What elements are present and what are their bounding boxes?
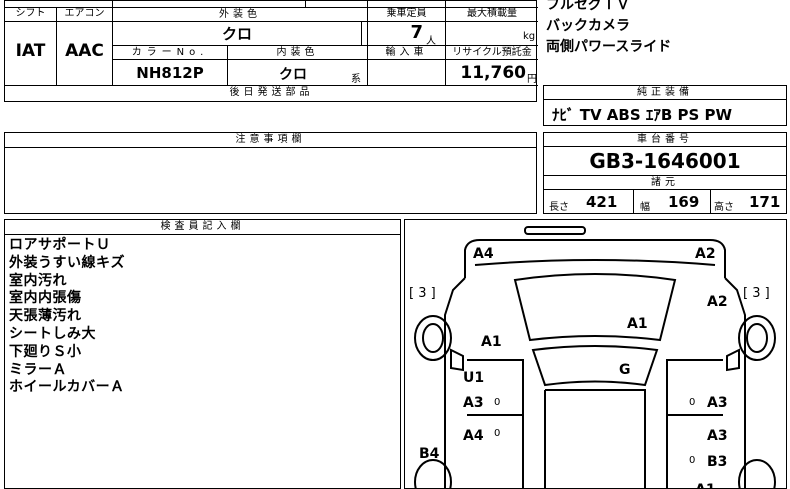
mark-a3-right-door: A3 [707, 395, 728, 411]
color-no-label: カラーNo. [131, 47, 209, 58]
color-no-value: NH812P [136, 64, 204, 82]
remark-line: 外装うすい線キズ [9, 254, 125, 271]
genuine-equipment-box: 純正装備 ﾅﾋﾞ TV ABS ｴｱB PS PW [543, 85, 787, 126]
mark-a1-bottom: A1 [695, 482, 716, 488]
mark-a1-left-fender: A1 [481, 334, 502, 350]
car-outline-diagram: A4 A2 A2 A1 A1 G U1 A3 A4 B4 A3 A3 B3 A1… [409, 226, 776, 488]
exterior-color-label: 外装色 [219, 9, 261, 20]
option-line-1: フルセグＴＶ [546, 0, 630, 13]
recycle-unit: 円 [527, 74, 537, 85]
width-value: 169 [668, 193, 700, 211]
interior-color-label: 内装色 [276, 47, 319, 58]
mark-bracket-left: [ 3 ] [409, 286, 436, 301]
caution-label: 注意事項欄 [5, 133, 536, 148]
inspector-label: 検査員記入欄 [5, 220, 400, 235]
genuine-equipment-value: ﾅﾋﾞ TV ABS ｴｱB PS PW [552, 106, 733, 124]
max-load-label: 最大積載量 [467, 8, 517, 19]
mark-a4-left-rear-door: A4 [463, 428, 484, 444]
import-label: 輸入車 [385, 47, 428, 58]
vehicle-info-table: シフト エアコン 外装色 乗車定員 最大積載量 IAT AAC クロ 7 人 k… [4, 0, 538, 102]
remark-line: ミラーＡ [9, 361, 67, 378]
dims-divider-1 [633, 190, 634, 213]
interior-color-value: クロ [279, 67, 307, 83]
remark-line: 天張薄汚れ [9, 308, 82, 325]
chassis-box: 車台番号 GB3-1646001 諸元 長さ 421 幅 169 高さ 171 [543, 132, 787, 214]
dims-row: 長さ 421 幅 169 高さ 171 [544, 190, 786, 213]
front-grille-line [474, 259, 716, 266]
dims-divider-2 [710, 190, 711, 213]
mark-a4-front-left: A4 [473, 246, 494, 262]
aircon-value: AAC [65, 41, 104, 61]
roof-outline [545, 389, 646, 488]
chassis-number: GB3-1646001 [589, 149, 741, 173]
inspector-box: 検査員記入欄 ロアサポートＵ 外装うすい線キズ 室内汚れ 室内内張傷 天張薄汚れ… [4, 219, 401, 489]
length-label: 長さ [549, 202, 569, 213]
max-load-unit: kg [523, 31, 536, 42]
recycle-label: リサイクル預託金 [452, 47, 532, 58]
mark-u1-left-door: U1 [463, 370, 484, 386]
length-value: 421 [586, 193, 618, 211]
front-left-wheel-inner [422, 323, 444, 353]
left-side-outline [444, 277, 466, 488]
remark-line: 下廻りＳ小 [9, 343, 82, 360]
height-value: 171 [749, 193, 781, 211]
mark-a2-front-right: A2 [695, 246, 716, 262]
mark-g-windshield: G [619, 362, 631, 378]
recycle-value: 11,760 [460, 63, 526, 83]
remarks-list: ロアサポートＵ 外装うすい線キズ 室内汚れ 室内内張傷 天張薄汚れ シートしみ大… [9, 237, 125, 397]
dims-label: 諸元 [544, 175, 786, 190]
width-label: 幅 [640, 202, 650, 213]
right-mirror-shape [726, 348, 740, 372]
front-right-wheel-inner [746, 323, 768, 353]
mark-small-0: 0 [494, 428, 500, 439]
right-side-outline [724, 277, 746, 488]
mark-a1-hood: A1 [627, 316, 648, 332]
mark-a3-right-rear-door: A3 [707, 428, 728, 444]
mark-small-0: 0 [494, 397, 500, 408]
mark-small-0: 0 [689, 455, 695, 466]
remark-line: 室内内張傷 [9, 290, 82, 307]
height-label: 高さ [714, 202, 734, 213]
car-diagram-box: A4 A2 A2 A1 A1 G U1 A3 A4 B4 A3 A3 B3 A1… [404, 219, 787, 489]
left-mirror-shape [450, 348, 464, 372]
remark-line: シートしみ大 [9, 325, 96, 342]
caution-box: 注意事項欄 [4, 132, 537, 214]
mark-bracket-right: [ 3 ] [743, 286, 770, 301]
remark-line: ロアサポートＵ [9, 237, 111, 253]
shift-label: シフト [15, 8, 46, 19]
capacity-label: 乗車定員 [386, 8, 427, 19]
mark-a3-left-door: A3 [463, 395, 484, 411]
remark-line: ホイールカバーＡ [9, 379, 125, 396]
option-line-3: 両側パワースライド [546, 39, 672, 55]
chassis-label: 車台番号 [544, 133, 786, 147]
hood-outline [513, 273, 677, 342]
later-parts-label: 後日発送部品 [229, 87, 314, 98]
aircon-label: エアコン [64, 8, 105, 19]
interior-color-suffix: 系 [351, 74, 361, 85]
option-line-2: バックカメラ [546, 18, 630, 34]
options-list: フルセグＴＶ バックカメラ 両側パワースライド [546, 0, 786, 58]
mark-small-0: 0 [689, 397, 695, 408]
remark-line: 室内汚れ [9, 272, 67, 289]
mark-a2-right-fender: A2 [707, 294, 728, 310]
mark-b4-left-rear: B4 [419, 446, 440, 462]
windshield-outline [531, 345, 659, 387]
capacity-value: 7 [410, 22, 423, 43]
exterior-color-value: クロ [221, 25, 252, 43]
shift-value: IAT [15, 41, 46, 61]
front-bumper-shape [524, 226, 586, 235]
capacity-unit: 人 [426, 36, 436, 47]
genuine-equipment-label: 純正装備 [544, 86, 786, 100]
mark-b3-right-rear: B3 [707, 454, 727, 470]
